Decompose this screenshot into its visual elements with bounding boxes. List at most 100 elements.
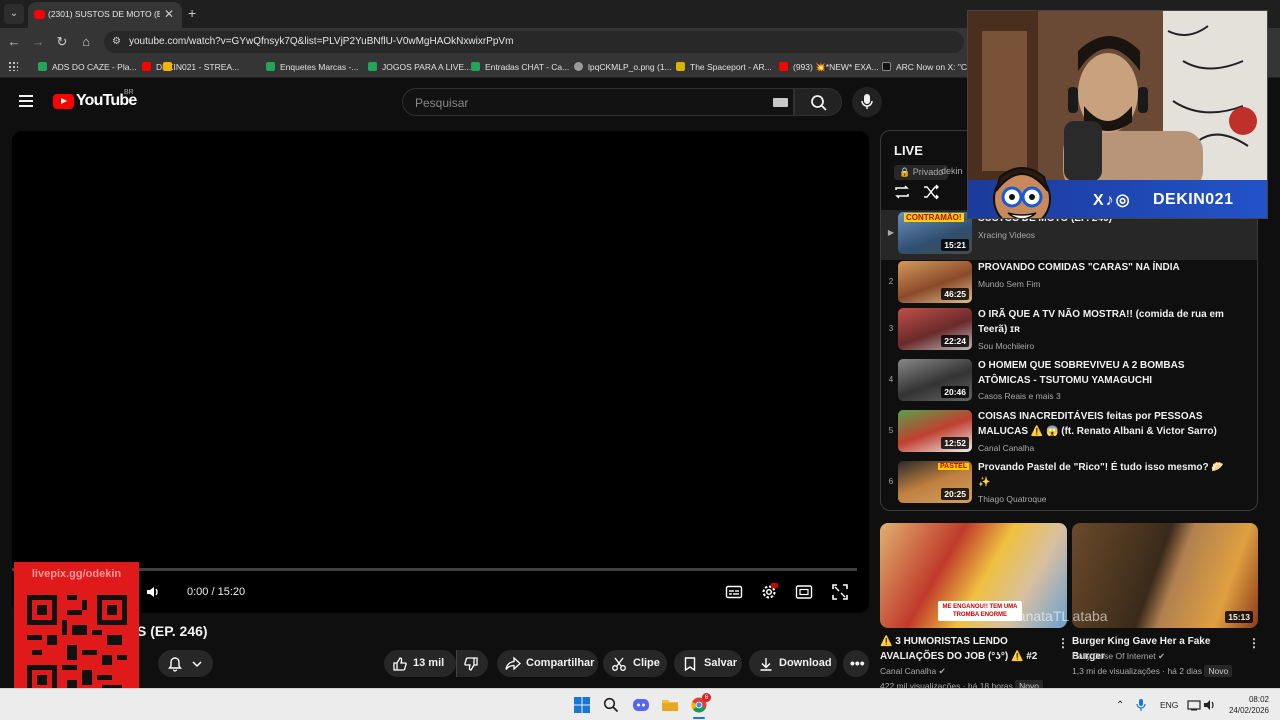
playlist-item[interactable]: 6 PASTEL 20:25 Provando Pastel de "Rico"… — [881, 459, 1257, 509]
fullscreen-icon[interactable] — [831, 583, 849, 601]
miniplayer-icon[interactable] — [795, 583, 813, 601]
now-playing-icon: ▶ — [887, 228, 895, 237]
close-tab-icon[interactable]: ✕ — [164, 7, 174, 21]
discord-icon[interactable] — [633, 697, 649, 713]
subscribe-bell-button[interactable] — [158, 650, 213, 677]
file-explorer-icon[interactable] — [662, 697, 678, 713]
video-title: Provando Pastel de "Rico"! É tudo isso m… — [978, 462, 1224, 488]
more-actions-button[interactable]: ••• — [843, 650, 869, 677]
network-icon[interactable] — [1187, 699, 1201, 711]
keyboard-icon[interactable] — [773, 98, 788, 107]
clock-time[interactable]: 08:02 — [1233, 695, 1269, 704]
duration: 20:25 — [941, 488, 969, 500]
more-vertical-icon[interactable]: ⋮ — [1057, 636, 1069, 650]
home-icon[interactable]: ⌂ — [78, 34, 94, 50]
duration: 22:24 — [941, 335, 969, 347]
livepix-qr-overlay: livepix.gg/odekin — [14, 562, 139, 708]
bookmark-item[interactable]: ADS DO CAZE - Pla... — [38, 60, 137, 74]
forward-icon[interactable]: → — [30, 34, 46, 50]
search-input[interactable]: Pesquisar — [402, 88, 794, 116]
channel-name[interactable]: Daily Dose Of Internet ✔ — [1072, 651, 1165, 662]
search-placeholder: Pesquisar — [415, 96, 469, 110]
save-button[interactable]: Salvar — [674, 650, 742, 677]
search-button[interactable] — [794, 88, 842, 116]
tab-search-button[interactable]: ⌄ — [4, 4, 24, 24]
index-number: 4 — [888, 375, 894, 384]
video-thumbnail: CONTRAMÃO! 15:21 — [898, 212, 972, 254]
back-icon[interactable]: ← — [6, 34, 22, 50]
chevron-up-icon[interactable]: ⌃ — [1116, 700, 1124, 711]
more-horizontal-icon: ••• — [850, 655, 865, 671]
share-label: Compartilhar — [526, 657, 595, 669]
video-player[interactable] — [12, 131, 869, 613]
x-icon — [882, 62, 891, 71]
like-count: 13 mil — [413, 657, 445, 669]
site-info-icon[interactable]: ⚙ — [112, 36, 121, 47]
like-button[interactable]: 13 mil — [384, 650, 456, 677]
browser-tab[interactable]: (2301) SUSTOS DE MOTO (EP. 2 ✕ — [28, 2, 182, 28]
subtitles-icon[interactable] — [725, 583, 743, 601]
input-language[interactable]: ENG — [1160, 700, 1178, 710]
playlist-item[interactable]: 3 22:24 O IRÃ QUE A TV NÃO MOSTRA!! (com… — [881, 306, 1257, 356]
windows-start-icon[interactable] — [574, 697, 590, 713]
bookmark-item[interactable]: lpqCKMLP_o.png (1... — [574, 60, 672, 74]
loop-icon[interactable] — [893, 183, 911, 201]
settings-gear-icon[interactable] — [760, 583, 778, 601]
bookmark-item[interactable]: Entradas CHAT - Ca... — [471, 60, 569, 74]
clock-date[interactable]: 24/02/2026 — [1222, 706, 1269, 715]
volume-icon[interactable] — [146, 585, 160, 599]
channel-name[interactable]: Canal Canalha ✔ — [880, 666, 946, 677]
notification-badge: 6 — [702, 693, 711, 702]
video-stats: 1,3 mi de visualizações · há 2 dias Novo — [1072, 665, 1233, 677]
index-number: 5 — [888, 426, 894, 435]
playlist-title[interactable]: LIVE — [894, 143, 923, 158]
video-title: PROVANDO COMIDAS "CARAS" NA ÍNDIA — [978, 262, 1180, 273]
verified-icon: ✔ — [1158, 651, 1166, 661]
share-button[interactable]: Compartilhar — [497, 650, 598, 677]
search-icon[interactable] — [603, 697, 619, 713]
playlist-item[interactable]: 2 46:25 PROVANDO COMIDAS "CARAS" NA ÍNDI… — [881, 259, 1257, 309]
address-bar[interactable]: ⚙ youtube.com/watch?v=GYwQfnsyk7Q&list=P… — [104, 31, 964, 53]
menu-icon[interactable] — [19, 95, 33, 107]
image-icon — [574, 62, 583, 71]
index-number: 2 — [888, 277, 894, 286]
microphone-icon[interactable] — [1135, 698, 1147, 712]
bookmark-item[interactable]: DEKIN021 - STREA... — [142, 60, 239, 74]
tab-title: (2301) SUSTOS DE MOTO (EP. 2 — [48, 9, 160, 19]
playlist-item[interactable]: 5 12:52 COISAS INACREDITÁVEIS feitas por… — [881, 408, 1257, 458]
bookmark-item[interactable]: JOGOS PARA A LIVE... — [368, 60, 471, 74]
search-icon — [811, 95, 827, 111]
verified-icon: ✔ — [938, 666, 946, 676]
playlist-item[interactable]: 4 20:46 O HOMEM QUE SOBREVIVEU A 2 BOMBA… — [881, 357, 1257, 407]
index-number: 3 — [888, 324, 894, 333]
new-tab-button[interactable]: + — [188, 5, 196, 21]
sheets-icon — [266, 62, 275, 71]
download-label: Download — [779, 657, 832, 669]
bookmark-item[interactable]: ARC Now on X: "Co... — [882, 60, 979, 74]
duration: 20:46 — [941, 386, 969, 398]
reload-icon[interactable]: ↻ — [54, 34, 70, 50]
recommendation-title[interactable]: ⚠️ 3 HUMORISTAS LENDO AVALIAÇÕES DO JOB … — [880, 634, 1055, 664]
apps-grid-icon[interactable] — [8, 61, 18, 71]
more-vertical-icon[interactable]: ⋮ — [1248, 636, 1260, 650]
youtube-logo-icon[interactable] — [53, 94, 74, 109]
thumbs-down-icon — [464, 657, 478, 671]
shuffle-icon[interactable] — [922, 183, 940, 201]
bookmark-item[interactable]: The Spaceport - AR... — [676, 60, 772, 74]
cartoon-avatar-icon — [993, 167, 1051, 218]
bookmark-item[interactable]: (993) 💥*NEW* EXA... — [779, 60, 879, 74]
download-button[interactable]: Download — [749, 650, 837, 677]
bookmark-item[interactable]: Enquetes Marcas -... — [266, 60, 358, 74]
video-thumbnail: PASTEL 20:25 — [898, 461, 972, 503]
bookmark-item[interactable]: DEKIN021 - STREA... — [163, 60, 177, 74]
clip-button[interactable]: Clipe — [603, 650, 667, 677]
voice-search-button[interactable] — [852, 87, 882, 117]
channel-name: Canal Canalha — [978, 443, 1035, 453]
drive-icon — [163, 62, 172, 71]
playlist-owner[interactable]: dekin — [941, 166, 963, 176]
dislike-button[interactable] — [456, 650, 488, 677]
channel-name: Casos Reais e mais 3 — [978, 391, 1061, 401]
volume-icon[interactable] — [1203, 699, 1217, 711]
sheets-icon — [471, 62, 480, 71]
new-badge: Novo — [1204, 665, 1233, 677]
